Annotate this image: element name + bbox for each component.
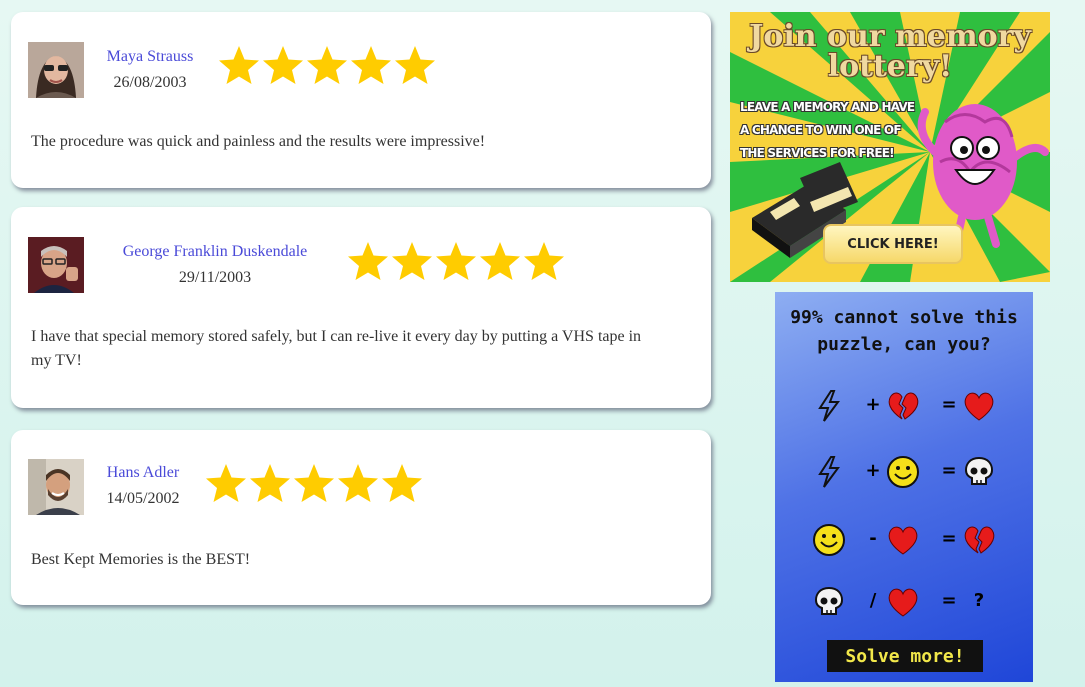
reviewer-info: Maya Strauss 26/08/2003 bbox=[95, 44, 205, 96]
broken-heart-icon bbox=[885, 388, 921, 424]
star-icon bbox=[294, 464, 334, 502]
lottery-subtitle: LEAVE A MEMORY AND HAVE A CHANCE TO WIN … bbox=[740, 100, 915, 160]
lightning-icon bbox=[811, 454, 847, 490]
star-rating bbox=[217, 44, 437, 86]
puzzle-ad-banner[interactable]: 99% cannot solve this puzzle, can you? +… bbox=[775, 292, 1033, 682]
star-icon bbox=[219, 46, 259, 84]
broken-heart-icon bbox=[961, 522, 997, 558]
lottery-ad-banner[interactable]: Join our memory lottery! LEAVE A MEMORY … bbox=[730, 12, 1050, 282]
heart-icon bbox=[885, 522, 921, 558]
review-card: Maya Strauss 26/08/2003 The procedure wa… bbox=[11, 12, 711, 188]
operator: = bbox=[941, 460, 957, 481]
review-card: George Franklin Duskendale 29/11/2003 I … bbox=[11, 207, 711, 408]
operator: + bbox=[865, 394, 881, 415]
operator: + bbox=[865, 460, 881, 481]
lightning-icon bbox=[811, 388, 847, 424]
operator: = bbox=[941, 528, 957, 549]
reviewer-name[interactable]: George Franklin Duskendale bbox=[95, 239, 335, 265]
reviewer-info: George Franklin Duskendale 29/11/2003 bbox=[95, 239, 335, 291]
star-icon bbox=[436, 242, 476, 280]
review-date: 26/08/2003 bbox=[113, 74, 187, 91]
avatar bbox=[28, 42, 84, 98]
avatar bbox=[28, 459, 84, 515]
operator: / bbox=[869, 590, 877, 611]
star-icon bbox=[382, 464, 422, 502]
click-here-button[interactable]: CLICK HERE! bbox=[823, 224, 963, 264]
smiley-icon bbox=[811, 522, 847, 558]
unknown-answer: ? bbox=[973, 590, 985, 611]
review-text: The procedure was quick and painless and… bbox=[31, 133, 486, 150]
star-icon bbox=[480, 242, 520, 280]
star-icon bbox=[307, 46, 347, 84]
star-icon bbox=[351, 46, 391, 84]
review-date: 14/05/2002 bbox=[106, 490, 180, 507]
heart-icon bbox=[961, 388, 997, 424]
lottery-title: Join our memory lottery! bbox=[749, 19, 1031, 84]
heart-icon bbox=[885, 584, 921, 620]
smiley-icon bbox=[885, 454, 921, 490]
star-icon bbox=[524, 242, 564, 280]
review-text: Best Kept Memories is the BEST! bbox=[31, 551, 251, 568]
star-rating bbox=[204, 462, 424, 504]
star-icon bbox=[250, 464, 290, 502]
equation-row: / =? bbox=[811, 584, 1001, 624]
reviewer-name[interactable]: Maya Strauss bbox=[95, 44, 205, 70]
equation-row: - = bbox=[811, 522, 1001, 562]
star-icon bbox=[348, 242, 388, 280]
equation-row: + = bbox=[811, 388, 1001, 428]
puzzle-title: 99% cannot solve this puzzle, can you? bbox=[790, 307, 1018, 355]
solve-more-button[interactable]: Solve more! bbox=[827, 640, 983, 672]
star-icon bbox=[395, 46, 435, 84]
operator: - bbox=[869, 528, 877, 549]
avatar bbox=[28, 237, 84, 293]
skull-icon bbox=[811, 584, 847, 620]
reviewer-name[interactable]: Hans Adler bbox=[95, 460, 191, 486]
review-card: Hans Adler 14/05/2002 Best Kept Memories… bbox=[11, 430, 711, 605]
equation-row: + = bbox=[811, 454, 1001, 494]
star-icon bbox=[338, 464, 378, 502]
reviewer-info: Hans Adler 14/05/2002 bbox=[95, 460, 191, 512]
star-icon bbox=[392, 242, 432, 280]
star-icon bbox=[263, 46, 303, 84]
star-icon bbox=[206, 464, 246, 502]
operator: = bbox=[941, 590, 957, 611]
review-date: 29/11/2003 bbox=[178, 269, 252, 286]
operator: = bbox=[941, 394, 957, 415]
review-text: I have that special memory stored safely… bbox=[31, 328, 642, 369]
skull-icon bbox=[961, 454, 997, 490]
star-rating bbox=[346, 240, 566, 282]
